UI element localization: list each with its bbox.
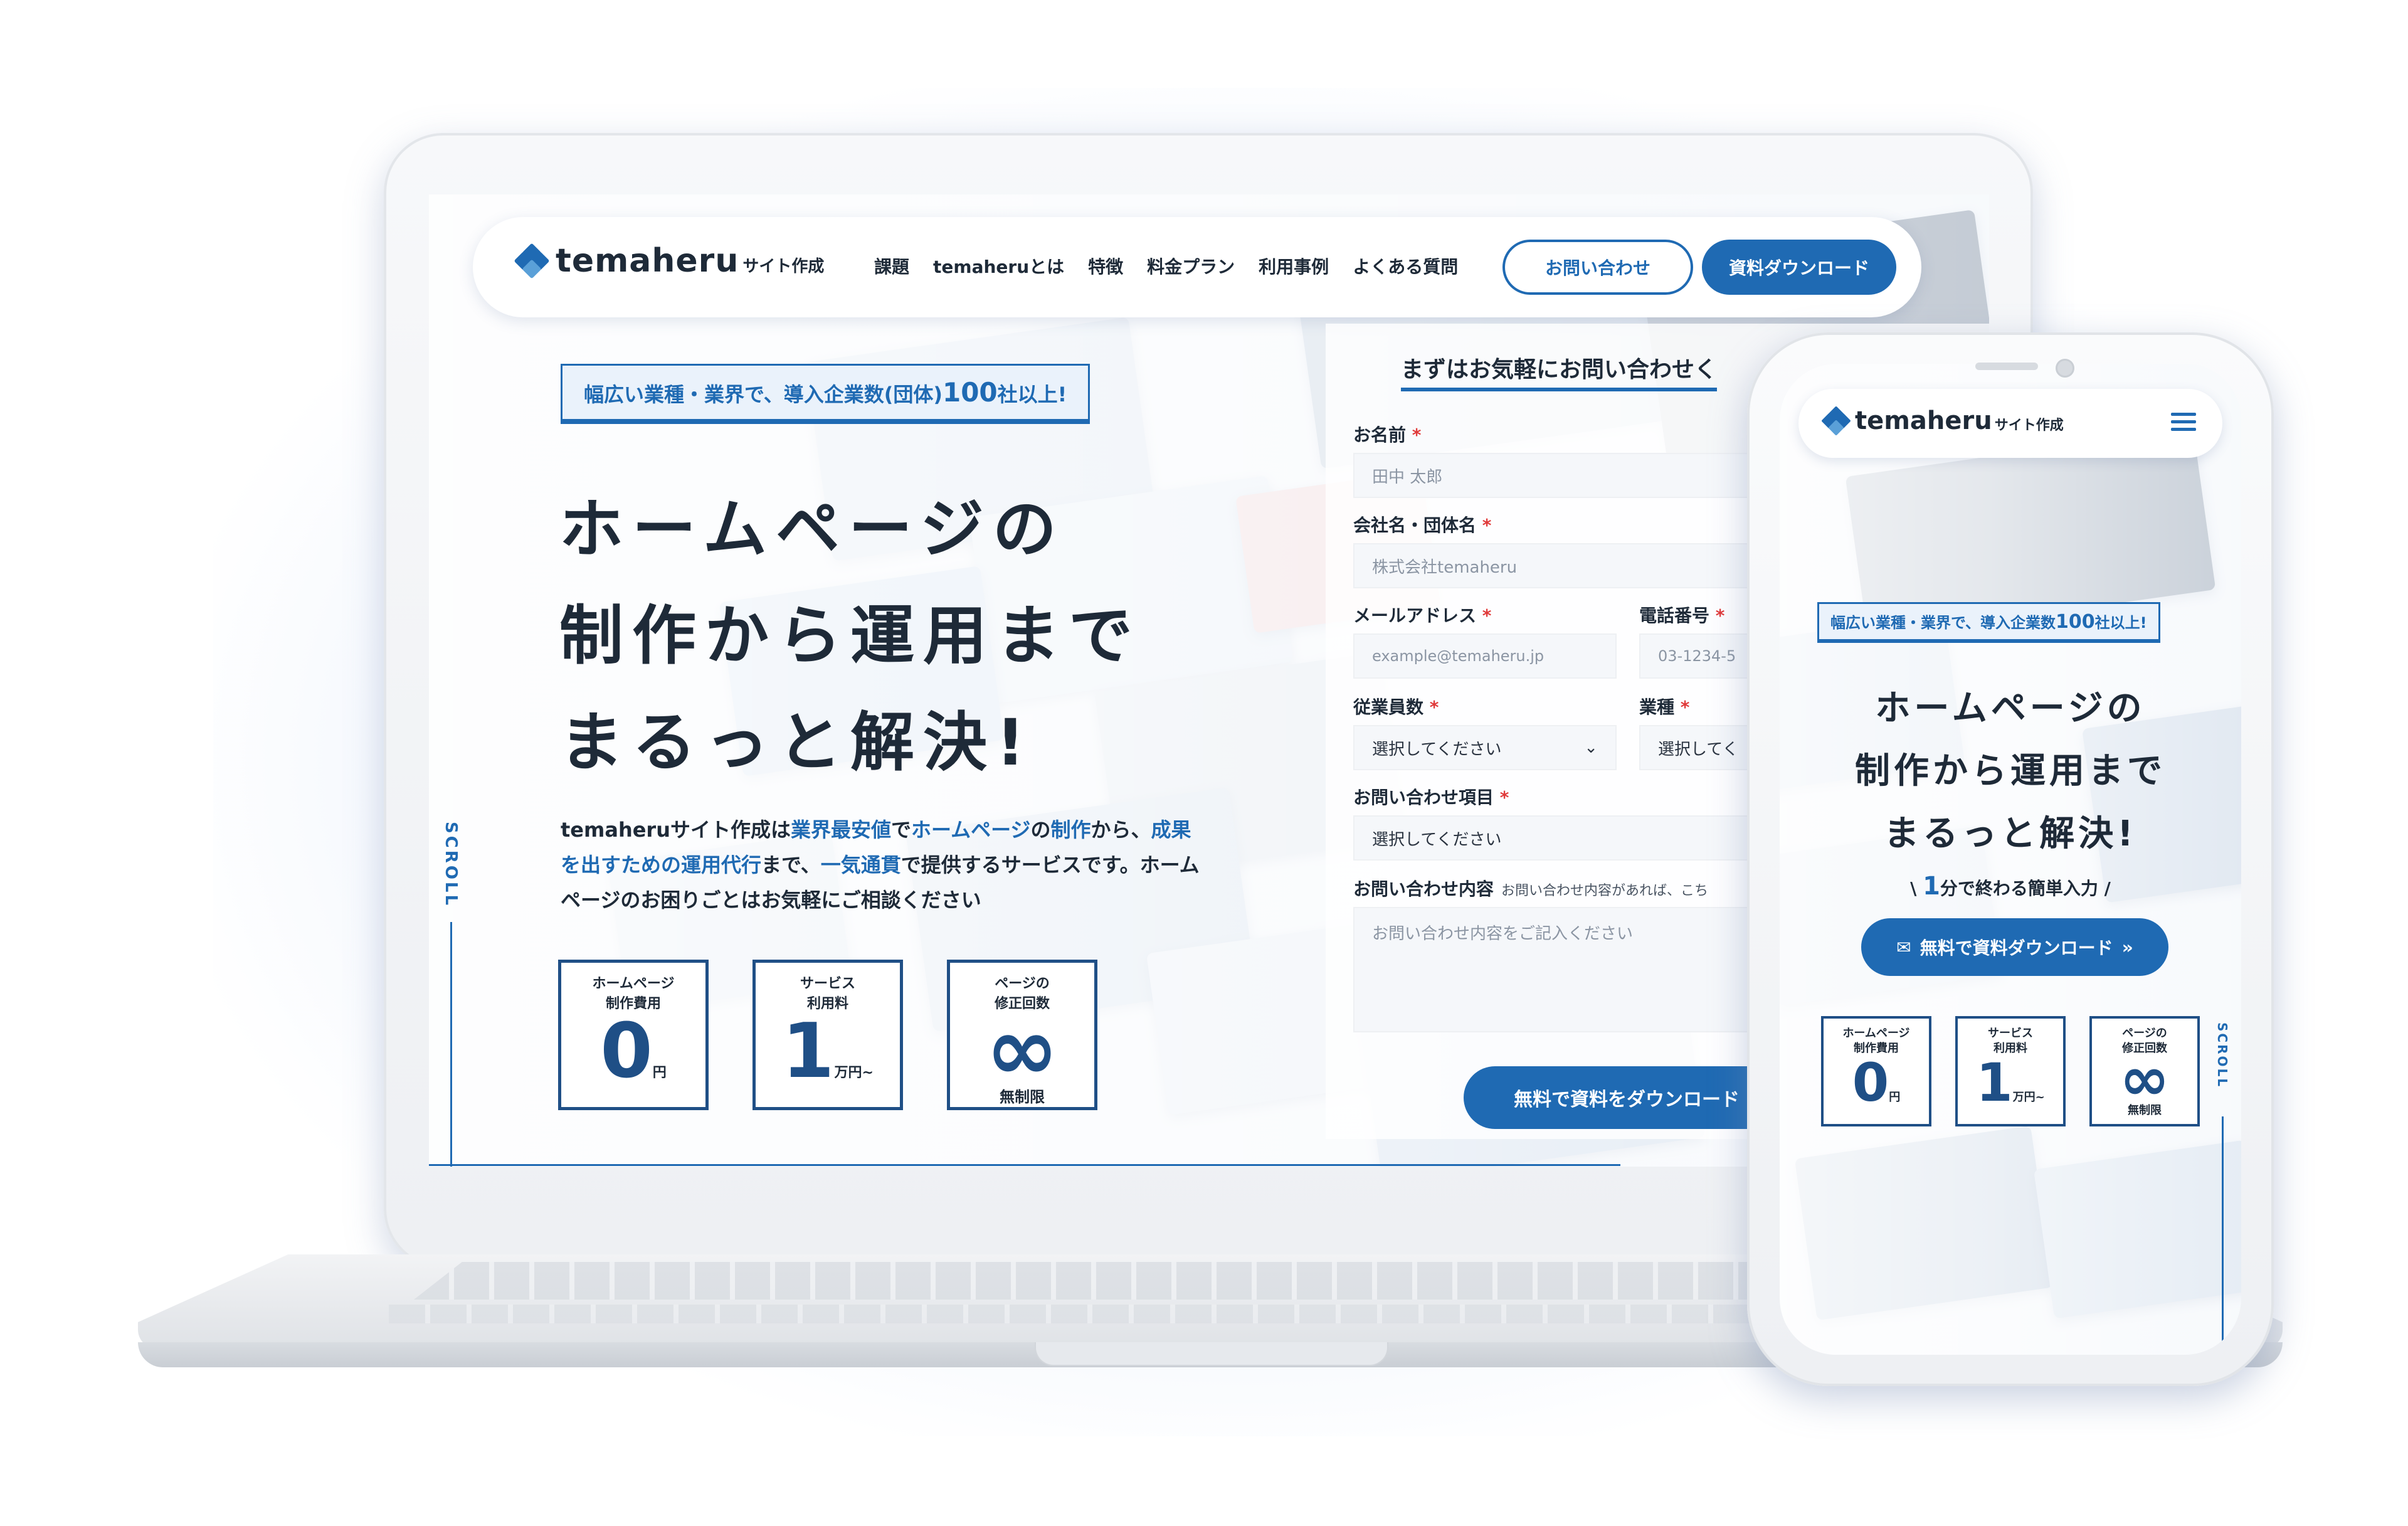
lead-segment: まで、: [761, 853, 821, 877]
scroll-indicator[interactable]: SCROLL: [441, 822, 460, 908]
phone-download-button[interactable]: ✉ 無料で資料ダウンロード »: [1861, 918, 2168, 976]
phone-scroll-indicator[interactable]: SCROLL: [2215, 1022, 2230, 1088]
lead-highlight: ホームページ: [911, 818, 1031, 842]
stat-card-fee: サービス 利用料 1万円~: [752, 960, 903, 1110]
badge-text-pre: 幅広い業種・業界で、導入企業数(団体): [584, 383, 943, 406]
name-label: お名前 *: [1353, 425, 1422, 445]
stat-unit: 無制限: [2128, 1104, 2162, 1117]
phone-brand-logo[interactable]: temaheru サイト作成: [1821, 406, 2064, 436]
laptop-notch: [1035, 1342, 1388, 1366]
message-label: お問い合わせ内容 お問い合わせ内容があれば、こち: [1353, 879, 1709, 899]
stat-unit: 円: [652, 1065, 667, 1081]
temaheru-logo-icon: [1821, 406, 1851, 436]
phone-stat-card-revisions: ページの 修正回数 ∞ 無制限: [2089, 1016, 2200, 1126]
lead-segment: で: [891, 818, 912, 842]
headline-line-3: まるっと解決!: [559, 706, 1034, 780]
quick-input-note: \ 1分で終わる簡単入力 /: [1910, 872, 2111, 901]
brand-name: temaheru: [556, 242, 739, 280]
mail-icon: ✉: [1896, 936, 1911, 958]
divider: [429, 1164, 1620, 1166]
phone-badge-number: 100: [2056, 611, 2095, 633]
lead-segment: の: [1030, 818, 1051, 842]
phone-speaker: [1975, 363, 2038, 370]
employees-select-value: 選択してください: [1372, 739, 1502, 759]
hero-lead: temaheruサイト作成は業界最安値でホームページの制作から、成果を出すための…: [561, 812, 1200, 918]
temaheru-logo-icon: [514, 243, 550, 279]
lead-highlight: 制作: [1050, 818, 1091, 842]
stat-card-cost: ホームページ 制作費用 0円: [558, 960, 709, 1110]
phone-label: 電話番号 *: [1639, 605, 1725, 626]
lead-segment: temaheruサイト作成は: [561, 818, 791, 842]
stat-unit: 円: [1889, 1091, 1901, 1104]
nav-link-cases[interactable]: 利用事例: [1259, 253, 1329, 278]
badge-text-post: 社以上!: [997, 383, 1067, 406]
company-label: 会社名・団体名 *: [1353, 515, 1492, 536]
phone-headline-line-1: ホームページの: [1875, 688, 2146, 729]
employees-select[interactable]: 選択してください ⌄: [1353, 725, 1617, 770]
topic-label: お問い合わせ項目 *: [1353, 787, 1509, 808]
phone-screen: temaheru サイト作成 幅広い業種・業界で、導入企業数100社以上! ホー…: [1780, 364, 2241, 1355]
phone-badge-text-post: 社以上!: [2094, 614, 2147, 632]
stat-card-revisions: ページの 修正回数 ∞ 無制限: [947, 960, 1097, 1110]
lead-highlight: 一気通貫: [820, 853, 901, 877]
stat-unit: 無制限: [1000, 1088, 1045, 1106]
stat-value: 0: [1852, 1052, 1889, 1113]
phone-brand-name: temaheru: [1855, 406, 1992, 435]
nav-link-about[interactable]: temaheruとは: [933, 253, 1064, 278]
nav-link-pricing[interactable]: 料金プラン: [1147, 253, 1235, 278]
infinity-icon: ∞: [2120, 1044, 2170, 1114]
nav-link-issues[interactable]: 課題: [874, 253, 909, 278]
hamburger-menu-icon[interactable]: [2171, 413, 2196, 432]
headline-line-2: 制作から運用まで: [559, 599, 1141, 674]
hero-badge: 幅広い業種・業界で、導入企業数(団体)100社以上!: [561, 364, 1090, 424]
infinity-icon: ∞: [985, 999, 1059, 1101]
employees-label: 従業員数 *: [1353, 697, 1439, 718]
email-field[interactable]: example@temaheru.jp: [1353, 633, 1617, 679]
contact-button[interactable]: お問い合わせ: [1502, 240, 1693, 295]
nav-link-features[interactable]: 特徴: [1088, 253, 1123, 278]
chevron-down-icon: ⌄: [1584, 738, 1598, 757]
phone-badge-text-pre: 幅広い業種・業界で、導入企業数: [1830, 614, 2056, 632]
header-nav: temaheru サイト作成 課題 temaheruとは 特徴 料金プラン 利用…: [473, 217, 1921, 317]
lead-highlight: 業界最安値: [791, 818, 892, 842]
scroll-line: [450, 922, 452, 1167]
brand-logo[interactable]: temaheru サイト作成: [514, 242, 825, 280]
headline-line-1: ホームページの: [559, 492, 1065, 567]
phone-headline-line-3: まるっと解決!: [1884, 813, 2137, 854]
phone-hero-badge: 幅広い業種・業界で、導入企業数100社以上!: [1817, 602, 2160, 643]
phone-brand-suffix: サイト作成: [1994, 418, 2064, 433]
phone-stat-card-fee: サービス 利用料 1万円~: [1955, 1016, 2066, 1126]
download-button[interactable]: 資料ダウンロード: [1702, 240, 1896, 295]
phone-headline-line-2: 制作から運用まで: [1855, 751, 2166, 792]
brand-suffix: サイト作成: [742, 257, 825, 276]
hero-headline: ホームページの 制作から運用まで まるっと解決!: [559, 477, 1141, 797]
email-label: メールアドレス *: [1353, 605, 1492, 626]
badge-number: 100: [942, 377, 998, 408]
double-chevron-right-icon: »: [2121, 936, 2133, 958]
stat-value: 1: [782, 1008, 835, 1095]
stat-value: 1: [1976, 1052, 2013, 1113]
industry-select-value: 選択してく: [1658, 739, 1739, 759]
phone-camera: [2056, 359, 2074, 378]
nav-links: 課題 temaheruとは 特徴 料金プラン 利用事例 よくある質問: [874, 253, 1458, 278]
phone-hero-headline: ホームページの 制作から運用まで まるっと解決!: [1780, 677, 2241, 866]
phone-header: temaheru サイト作成: [1798, 389, 2222, 458]
stat-unit: 万円~: [2012, 1091, 2045, 1104]
form-submit-button[interactable]: 無料で資料をダウンロード: [1464, 1066, 1790, 1129]
stat-unit: 万円~: [834, 1065, 874, 1081]
phone-stat-card-cost: ホームページ 制作費用 0円: [1821, 1016, 1931, 1126]
topic-select-value: 選択してください: [1372, 830, 1502, 849]
phone-scroll-line: [2222, 1116, 2224, 1355]
nav-link-faq[interactable]: よくある質問: [1353, 253, 1458, 278]
stat-value: 0: [600, 1008, 653, 1095]
industry-label: 業種 *: [1639, 697, 1690, 718]
form-title: まずはお気軽にお問い合わせく: [1401, 351, 1718, 391]
phone-download-label: 無料で資料ダウンロード: [1920, 938, 2113, 958]
lead-segment: から、: [1090, 818, 1151, 842]
